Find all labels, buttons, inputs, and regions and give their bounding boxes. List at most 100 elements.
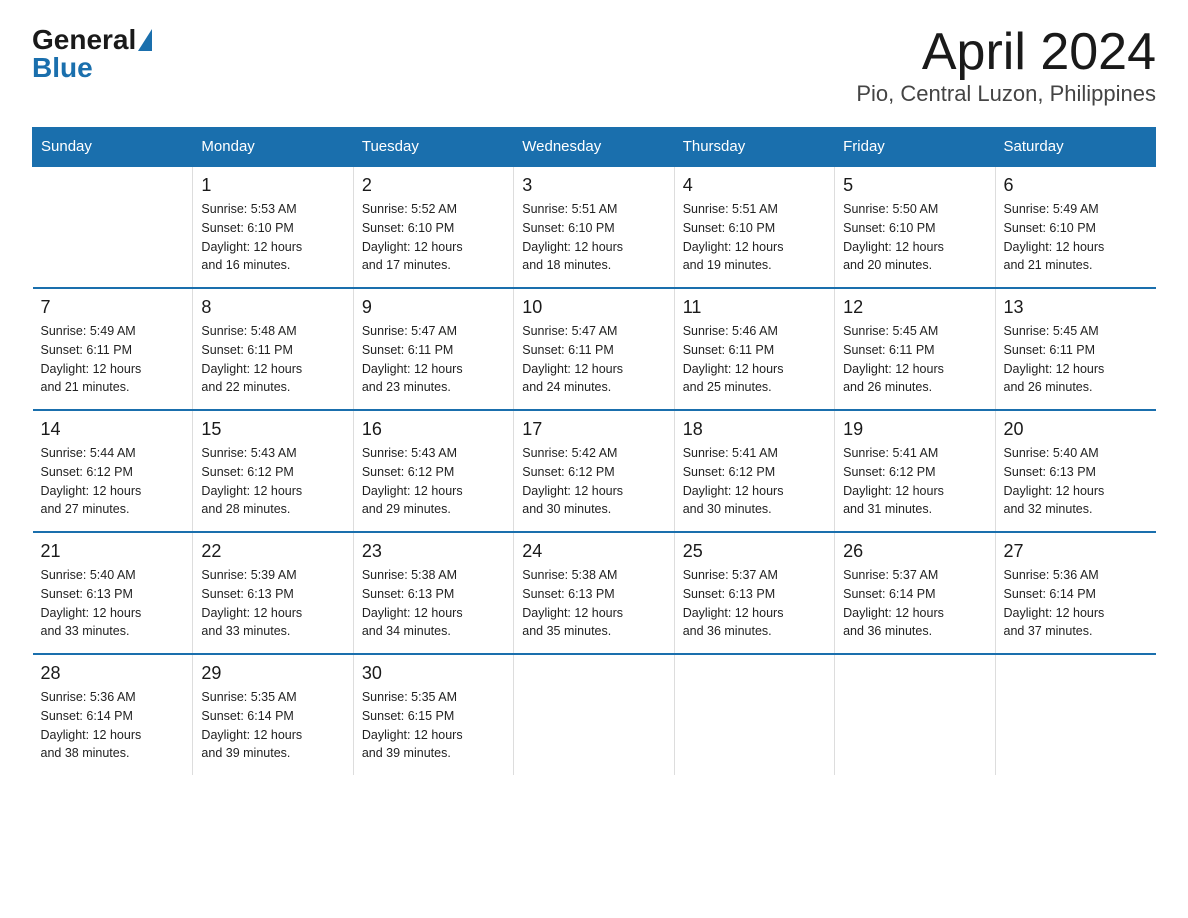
page-title: April 2024 bbox=[856, 24, 1156, 81]
day-number: 19 bbox=[843, 419, 986, 440]
calendar-day-cell: 1 Sunrise: 5:53 AMSunset: 6:10 PMDaylight… bbox=[193, 166, 353, 288]
day-info: Sunrise: 5:47 AMSunset: 6:11 PMDaylight:… bbox=[522, 322, 665, 397]
calendar-day-cell: 14 Sunrise: 5:44 AMSunset: 6:12 PMDayligh… bbox=[33, 410, 193, 532]
calendar-day-cell: 8 Sunrise: 5:48 AMSunset: 6:11 PMDaylight… bbox=[193, 288, 353, 410]
calendar-week-row: 7 Sunrise: 5:49 AMSunset: 6:11 PMDaylight… bbox=[33, 288, 1156, 410]
calendar-day-cell: 30Sunrise: 5:35 AMSunset: 6:15 PMDayligh… bbox=[353, 654, 513, 775]
day-number: 29 bbox=[201, 663, 344, 684]
day-info: Sunrise: 5:45 AMSunset: 6:11 PMDaylight:… bbox=[1004, 322, 1148, 397]
calendar-day-header: Friday bbox=[835, 128, 995, 167]
calendar-day-cell: 25Sunrise: 5:37 AMSunset: 6:13 PMDayligh… bbox=[674, 532, 834, 654]
day-number: 3 bbox=[522, 175, 665, 196]
day-number: 27 bbox=[1004, 541, 1148, 562]
day-number: 25 bbox=[683, 541, 826, 562]
calendar-day-header: Saturday bbox=[995, 128, 1155, 167]
calendar-day-cell bbox=[995, 654, 1155, 775]
day-info: Sunrise: 5:52 AMSunset: 6:10 PMDaylight:… bbox=[362, 200, 505, 275]
calendar-day-cell: 3 Sunrise: 5:51 AMSunset: 6:10 PMDaylight… bbox=[514, 166, 674, 288]
day-info: Sunrise: 5:36 AMSunset: 6:14 PMDaylight:… bbox=[41, 688, 185, 763]
calendar-day-cell bbox=[674, 654, 834, 775]
day-info: Sunrise: 5:41 AMSunset: 6:12 PMDaylight:… bbox=[843, 444, 986, 519]
calendar-day-header: Tuesday bbox=[353, 128, 513, 167]
calendar-week-row: 1 Sunrise: 5:53 AMSunset: 6:10 PMDaylight… bbox=[33, 166, 1156, 288]
calendar-day-cell: 23 Sunrise: 5:38 AMSunset: 6:13 PMDayligh… bbox=[353, 532, 513, 654]
calendar-day-cell: 5Sunrise: 5:50 AMSunset: 6:10 PMDaylight… bbox=[835, 166, 995, 288]
calendar-day-cell: 21Sunrise: 5:40 AMSunset: 6:13 PMDayligh… bbox=[33, 532, 193, 654]
day-info: Sunrise: 5:48 AMSunset: 6:11 PMDaylight:… bbox=[201, 322, 344, 397]
calendar-table: SundayMondayTuesdayWednesdayThursdayFrid… bbox=[32, 127, 1156, 775]
day-number: 8 bbox=[201, 297, 344, 318]
day-info: Sunrise: 5:41 AMSunset: 6:12 PMDaylight:… bbox=[683, 444, 826, 519]
day-info: Sunrise: 5:51 AMSunset: 6:10 PMDaylight:… bbox=[522, 200, 665, 275]
day-number: 20 bbox=[1004, 419, 1148, 440]
calendar-day-cell bbox=[835, 654, 995, 775]
day-info: Sunrise: 5:53 AMSunset: 6:10 PMDaylight:… bbox=[201, 200, 344, 275]
day-number: 9 bbox=[362, 297, 505, 318]
calendar-day-cell: 11Sunrise: 5:46 AMSunset: 6:11 PMDayligh… bbox=[674, 288, 834, 410]
calendar-header-row: SundayMondayTuesdayWednesdayThursdayFrid… bbox=[33, 128, 1156, 167]
day-number: 17 bbox=[522, 419, 665, 440]
day-info: Sunrise: 5:40 AMSunset: 6:13 PMDaylight:… bbox=[1004, 444, 1148, 519]
day-info: Sunrise: 5:36 AMSunset: 6:14 PMDaylight:… bbox=[1004, 566, 1148, 641]
day-number: 30 bbox=[362, 663, 505, 684]
day-number: 26 bbox=[843, 541, 986, 562]
day-number: 2 bbox=[362, 175, 505, 196]
day-number: 24 bbox=[522, 541, 665, 562]
day-number: 16 bbox=[362, 419, 505, 440]
day-number: 1 bbox=[201, 175, 344, 196]
calendar-day-cell: 27 Sunrise: 5:36 AMSunset: 6:14 PMDayligh… bbox=[995, 532, 1155, 654]
day-number: 10 bbox=[522, 297, 665, 318]
day-info: Sunrise: 5:47 AMSunset: 6:11 PMDaylight:… bbox=[362, 322, 505, 397]
calendar-day-cell: 13 Sunrise: 5:45 AMSunset: 6:11 PMDayligh… bbox=[995, 288, 1155, 410]
calendar-day-cell: 26Sunrise: 5:37 AMSunset: 6:14 PMDayligh… bbox=[835, 532, 995, 654]
day-number: 4 bbox=[683, 175, 826, 196]
day-info: Sunrise: 5:45 AMSunset: 6:11 PMDaylight:… bbox=[843, 322, 986, 397]
day-number: 13 bbox=[1004, 297, 1148, 318]
day-info: Sunrise: 5:43 AMSunset: 6:12 PMDaylight:… bbox=[201, 444, 344, 519]
day-number: 22 bbox=[201, 541, 344, 562]
day-info: Sunrise: 5:49 AMSunset: 6:11 PMDaylight:… bbox=[41, 322, 185, 397]
day-info: Sunrise: 5:42 AMSunset: 6:12 PMDaylight:… bbox=[522, 444, 665, 519]
calendar-day-cell: 29 Sunrise: 5:35 AMSunset: 6:14 PMDayligh… bbox=[193, 654, 353, 775]
calendar-day-cell: 12 Sunrise: 5:45 AMSunset: 6:11 PMDayligh… bbox=[835, 288, 995, 410]
logo: General Blue bbox=[32, 24, 152, 84]
day-number: 18 bbox=[683, 419, 826, 440]
calendar-day-cell: 18 Sunrise: 5:41 AMSunset: 6:12 PMDayligh… bbox=[674, 410, 834, 532]
calendar-day-cell: 24Sunrise: 5:38 AMSunset: 6:13 PMDayligh… bbox=[514, 532, 674, 654]
day-number: 23 bbox=[362, 541, 505, 562]
calendar-week-row: 28Sunrise: 5:36 AMSunset: 6:14 PMDayligh… bbox=[33, 654, 1156, 775]
day-number: 6 bbox=[1004, 175, 1148, 196]
calendar-day-cell: 15 Sunrise: 5:43 AMSunset: 6:12 PMDayligh… bbox=[193, 410, 353, 532]
logo-triangle-icon bbox=[138, 29, 152, 51]
page-subtitle: Pio, Central Luzon, Philippines bbox=[856, 81, 1156, 107]
calendar-day-cell: 9 Sunrise: 5:47 AMSunset: 6:11 PMDaylight… bbox=[353, 288, 513, 410]
day-number: 12 bbox=[843, 297, 986, 318]
calendar-day-cell: 20 Sunrise: 5:40 AMSunset: 6:13 PMDayligh… bbox=[995, 410, 1155, 532]
calendar-day-header: Sunday bbox=[33, 128, 193, 167]
calendar-day-header: Monday bbox=[193, 128, 353, 167]
calendar-week-row: 21Sunrise: 5:40 AMSunset: 6:13 PMDayligh… bbox=[33, 532, 1156, 654]
day-info: Sunrise: 5:35 AMSunset: 6:14 PMDaylight:… bbox=[201, 688, 344, 763]
calendar-day-cell: 28Sunrise: 5:36 AMSunset: 6:14 PMDayligh… bbox=[33, 654, 193, 775]
calendar-day-cell: 6Sunrise: 5:49 AMSunset: 6:10 PMDaylight… bbox=[995, 166, 1155, 288]
day-info: Sunrise: 5:43 AMSunset: 6:12 PMDaylight:… bbox=[362, 444, 505, 519]
calendar-day-cell: 10 Sunrise: 5:47 AMSunset: 6:11 PMDayligh… bbox=[514, 288, 674, 410]
calendar-day-cell: 2 Sunrise: 5:52 AMSunset: 6:10 PMDaylight… bbox=[353, 166, 513, 288]
page-header: General Blue April 2024 Pio, Central Luz… bbox=[32, 24, 1156, 107]
day-info: Sunrise: 5:44 AMSunset: 6:12 PMDaylight:… bbox=[41, 444, 185, 519]
day-number: 15 bbox=[201, 419, 344, 440]
calendar-day-header: Wednesday bbox=[514, 128, 674, 167]
calendar-day-cell bbox=[514, 654, 674, 775]
day-number: 7 bbox=[41, 297, 185, 318]
day-info: Sunrise: 5:51 AMSunset: 6:10 PMDaylight:… bbox=[683, 200, 826, 275]
day-number: 14 bbox=[41, 419, 185, 440]
day-info: Sunrise: 5:39 AMSunset: 6:13 PMDaylight:… bbox=[201, 566, 344, 641]
day-info: Sunrise: 5:38 AMSunset: 6:13 PMDaylight:… bbox=[362, 566, 505, 641]
calendar-week-row: 14 Sunrise: 5:44 AMSunset: 6:12 PMDayligh… bbox=[33, 410, 1156, 532]
day-info: Sunrise: 5:40 AMSunset: 6:13 PMDaylight:… bbox=[41, 566, 185, 641]
calendar-day-cell: 22 Sunrise: 5:39 AMSunset: 6:13 PMDayligh… bbox=[193, 532, 353, 654]
calendar-day-header: Thursday bbox=[674, 128, 834, 167]
day-info: Sunrise: 5:50 AMSunset: 6:10 PMDaylight:… bbox=[843, 200, 986, 275]
calendar-day-cell: 19 Sunrise: 5:41 AMSunset: 6:12 PMDayligh… bbox=[835, 410, 995, 532]
day-info: Sunrise: 5:46 AMSunset: 6:11 PMDaylight:… bbox=[683, 322, 826, 397]
